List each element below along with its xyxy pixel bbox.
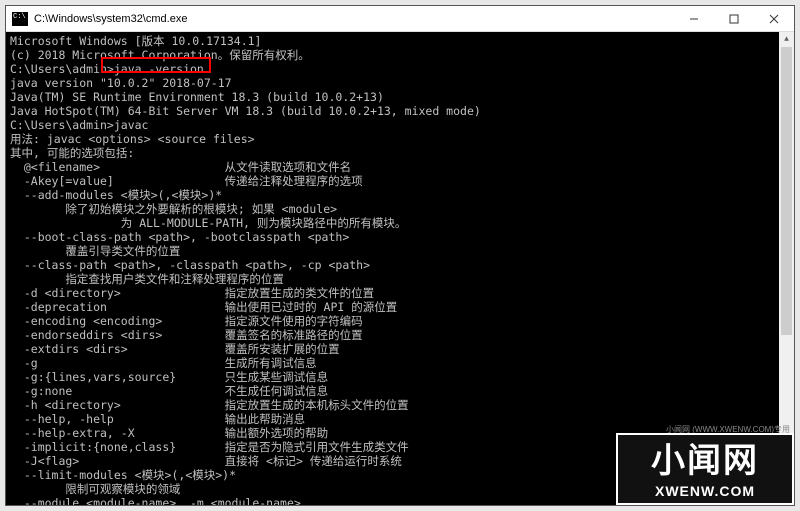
watermark-title: 小闻网	[622, 441, 788, 481]
console-line: 指定查找用户类文件和注释处理程序的位置	[10, 272, 790, 286]
console-line: --boot-class-path <path>, -bootclasspath…	[10, 230, 790, 244]
minimize-button[interactable]	[674, 6, 714, 32]
console-line: (c) 2018 Microsoft Corporation。保留所有权利。	[10, 48, 790, 62]
console-line: Java HotSpot(TM) 64-Bit Server VM 18.3 (…	[10, 104, 790, 118]
console-line: C:\Users\admin>java -version	[10, 62, 790, 76]
console-line: Microsoft Windows [版本 10.0.17134.1]	[10, 34, 790, 48]
console-line: --class-path <path>, -classpath <path>, …	[10, 258, 790, 272]
cmd-icon	[12, 12, 28, 26]
console-line: -g 生成所有调试信息	[10, 356, 790, 370]
console-line: -deprecation 输出使用已过时的 API 的源位置	[10, 300, 790, 314]
console-line: -g:none 不生成任何调试信息	[10, 384, 790, 398]
maximize-button[interactable]	[714, 6, 754, 32]
console-line: -h <directory> 指定放置生成的本机标头文件的位置	[10, 398, 790, 412]
console-line: --add-modules <模块>(,<模块>)*	[10, 188, 790, 202]
console-line: -extdirs <dirs> 覆盖所安装扩展的位置	[10, 342, 790, 356]
console-line: java version "10.0.2" 2018-07-17	[10, 76, 790, 90]
console-line: 除了初始模块之外要解析的根模块; 如果 <module>	[10, 202, 790, 216]
titlebar[interactable]: C:\Windows\system32\cmd.exe	[6, 6, 794, 32]
console-line: 为 ALL-MODULE-PATH, 则为模块路径中的所有模块。	[10, 216, 790, 230]
console-line: 覆盖引导类文件的位置	[10, 244, 790, 258]
console-line: -encoding <encoding> 指定源文件使用的字符编码	[10, 314, 790, 328]
watermark-url: XWENW.COM	[622, 483, 788, 499]
console-line: -d <directory> 指定放置生成的类文件的位置	[10, 286, 790, 300]
console-line: 用法: javac <options> <source files>	[10, 132, 790, 146]
console-line: -g:{lines,vars,source} 只生成某些调试信息	[10, 370, 790, 384]
console-line: -Akey[=value] 传递给注释处理程序的选项	[10, 174, 790, 188]
console-line: Java(TM) SE Runtime Environment 18.3 (bu…	[10, 90, 790, 104]
console-line: @<filename> 从文件读取选项和文件名	[10, 160, 790, 174]
scroll-up-button[interactable]: ▲	[779, 32, 794, 47]
watermark-badge: 小闻网 XWENW.COM	[616, 433, 794, 505]
console-line: -endorseddirs <dirs> 覆盖签名的标准路径的位置	[10, 328, 790, 342]
console-line: 其中, 可能的选项包括:	[10, 146, 790, 160]
window-title: C:\Windows\system32\cmd.exe	[34, 13, 674, 25]
console-line: C:\Users\admin>javac	[10, 118, 790, 132]
scroll-thumb[interactable]	[781, 47, 792, 335]
close-button[interactable]	[754, 6, 794, 32]
